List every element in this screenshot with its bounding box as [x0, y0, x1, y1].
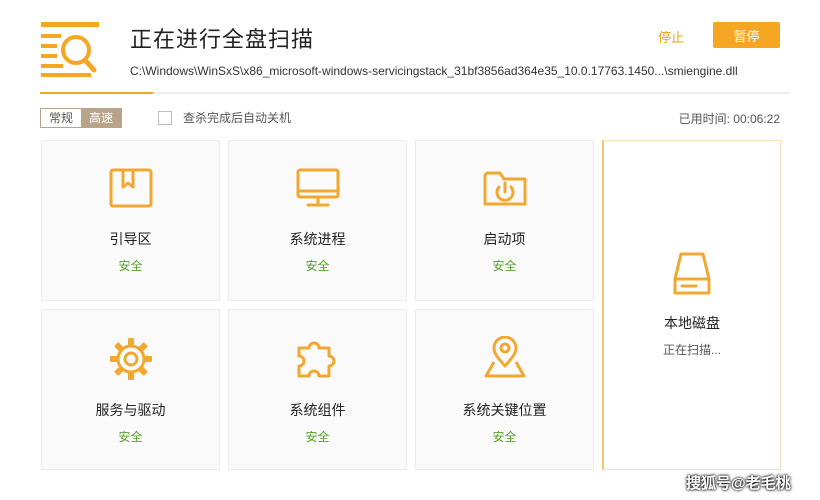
map-pin-icon [484, 336, 525, 378]
scan-item-status: 安全 [305, 430, 330, 444]
mode-fast-tab[interactable]: 高速 [81, 109, 122, 127]
scan-header: 正在进行全盘扫描 C:\Windows\WinSxS\x86_microsoft… [0, 0, 820, 96]
scan-item-local-disk[interactable]: 本地磁盘 正在扫描... [602, 140, 781, 470]
auto-shutdown-checkbox[interactable] [158, 110, 172, 125]
scan-item-key-locations[interactable]: 系统关键位置 安全 [415, 309, 594, 470]
scan-item-status: 安全 [492, 430, 517, 444]
scan-item-status: 安全 [118, 259, 143, 273]
scan-item-system-process[interactable]: 系统进程 安全 [228, 140, 407, 301]
scan-item-name: 系统组件 [289, 402, 346, 418]
hard-drive-icon [673, 252, 711, 295]
auto-shutdown-label: 查杀完成后自动关机 [183, 111, 292, 125]
scan-item-boot-sector[interactable]: 引导区 安全 [41, 140, 220, 301]
scan-item-name: 系统关键位置 [462, 402, 547, 418]
monitor-icon [296, 168, 339, 207]
scan-item-name: 服务与驱动 [95, 402, 166, 418]
startup-folder-icon [483, 171, 526, 206]
gear-icon [109, 338, 152, 380]
scan-item-status: 正在扫描... [662, 343, 721, 357]
scan-item-status: 安全 [492, 259, 517, 273]
mode-normal-tab[interactable]: 常规 [41, 109, 82, 127]
scan-progress-fill [40, 92, 153, 94]
pause-button[interactable]: 暂停 [713, 22, 780, 48]
scan-item-name: 本地磁盘 [664, 315, 720, 331]
scan-item-services-drivers[interactable]: 服务与驱动 安全 [41, 309, 220, 470]
elapsed-time: 已用时间: 00:06:22 [679, 110, 780, 127]
scan-item-name: 引导区 [109, 231, 152, 247]
boot-sector-icon [109, 168, 152, 208]
scan-toolbar: 常规 高速 查杀完成后自动关机 已用时间: 00:06:22 [0, 100, 820, 136]
page-title: 正在进行全盘扫描 [130, 27, 315, 52]
elapsed-value: 00:06:22 [733, 112, 780, 126]
scan-item-status: 安全 [118, 430, 143, 444]
scan-item-startup[interactable]: 启动项 安全 [415, 140, 594, 301]
scan-item-system-components[interactable]: 系统组件 安全 [228, 309, 407, 470]
scan-mode-switch: 常规 高速 [40, 108, 123, 128]
scan-item-name: 系统进程 [289, 231, 346, 247]
scan-item-status: 安全 [305, 259, 330, 273]
current-scan-path: C:\Windows\WinSxS\x86_microsoft-windows-… [130, 64, 738, 78]
scan-logo-icon [41, 22, 99, 77]
elapsed-label: 已用时间: [678, 112, 730, 126]
scan-item-name: 启动项 [483, 231, 526, 247]
stop-button[interactable]: 停止 [658, 27, 684, 46]
watermark: 搜狐号@老毛桃 [686, 475, 791, 492]
puzzle-icon [297, 341, 335, 378]
auto-shutdown-option[interactable]: 查杀完成后自动关机 [158, 109, 291, 126]
scan-progress-bar [40, 92, 790, 94]
